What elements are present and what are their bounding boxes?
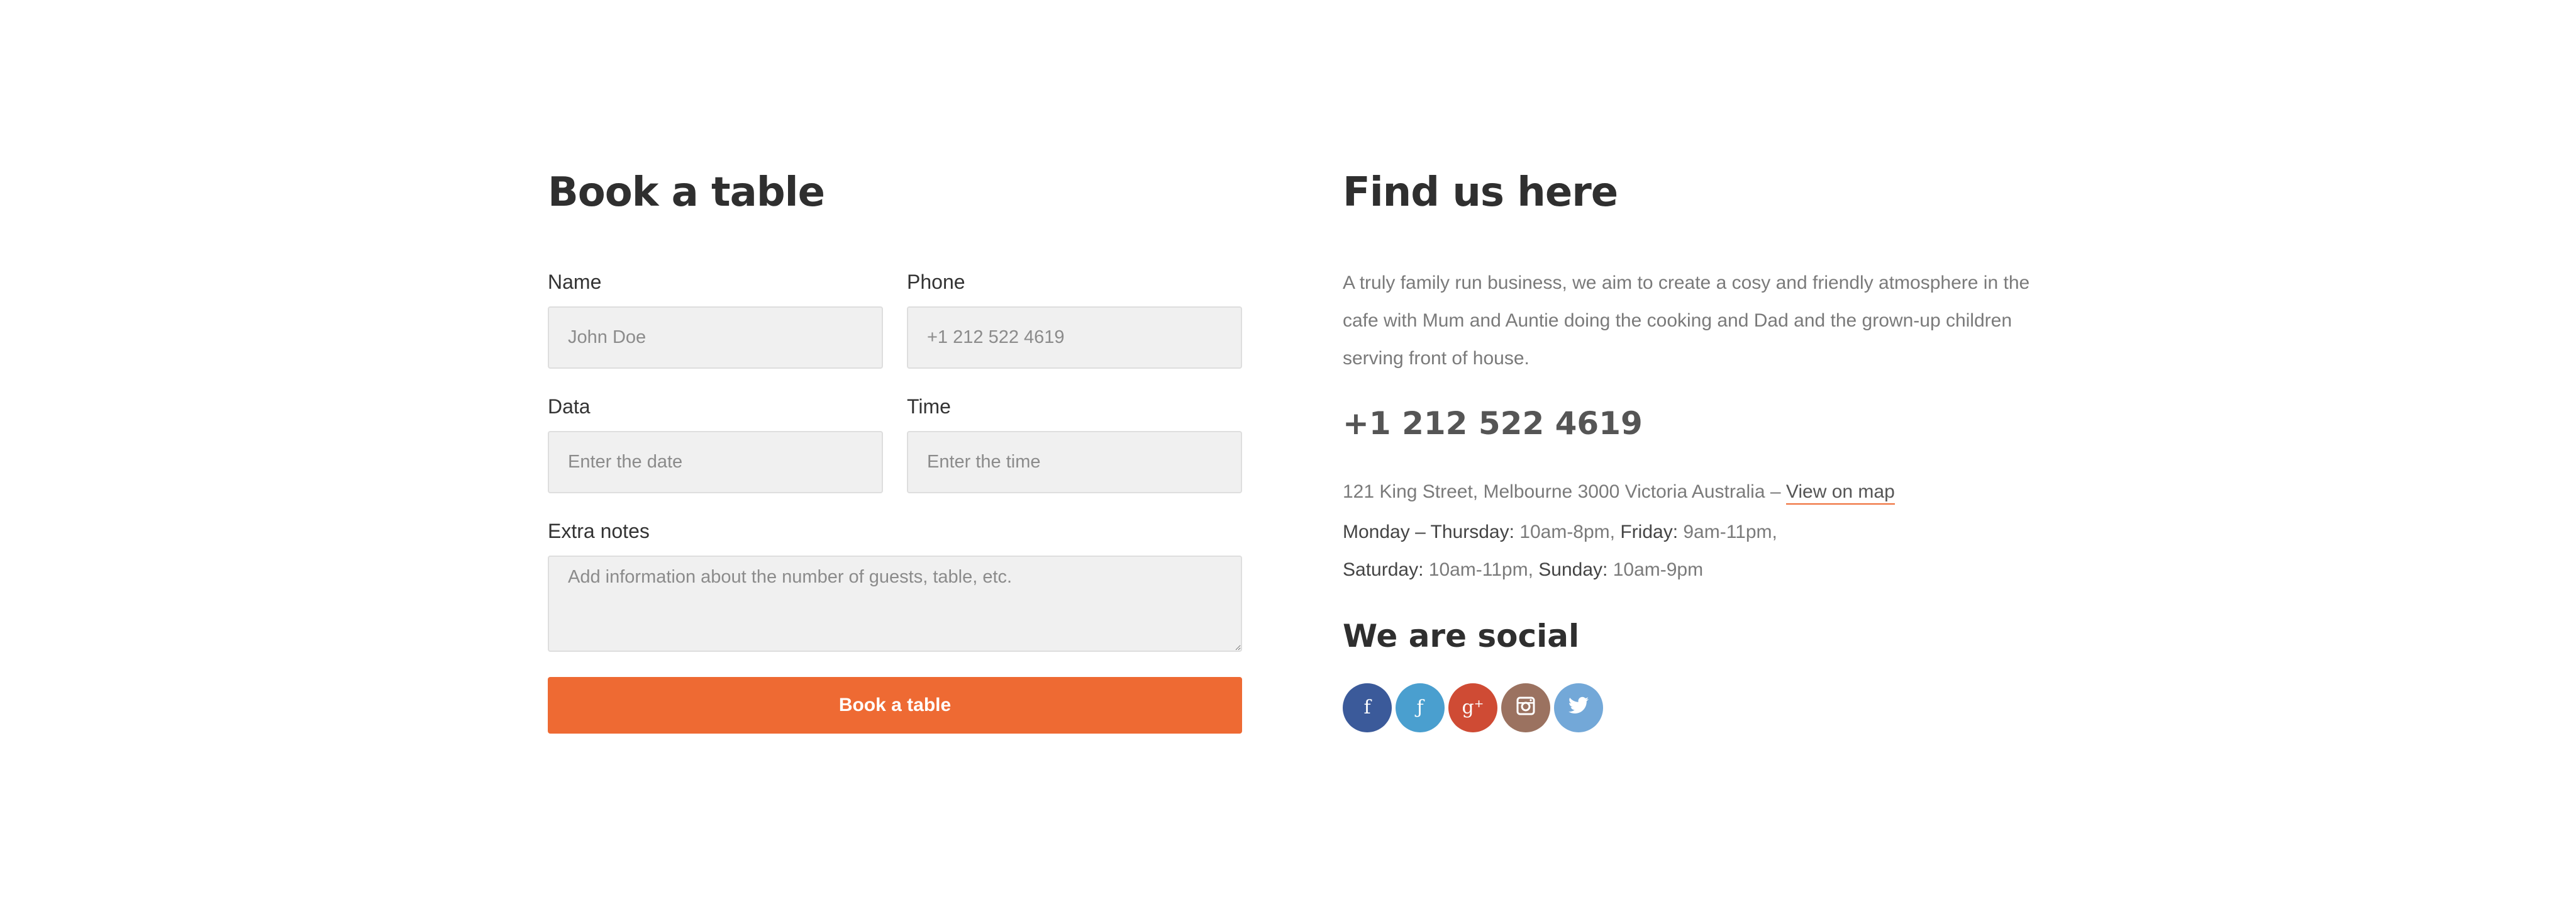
- sunday-hours: 10am-9pm: [1607, 559, 1704, 580]
- facebook-button[interactable]: f: [1343, 683, 1392, 732]
- name-label: Name: [548, 271, 602, 293]
- mon-thu-label: Monday – Thursday:: [1343, 522, 1514, 542]
- date-field[interactable]: [548, 431, 883, 493]
- opening-hours: Monday – Thursday: 10am-8pm, Friday: 9am…: [1343, 513, 1777, 589]
- booking-section: Book a table Name Phone Data Time Extra …: [0, 0, 2576, 906]
- time-field[interactable]: [907, 431, 1242, 493]
- google-plus-button[interactable]: g⁺: [1448, 683, 1497, 732]
- notes-label: Extra notes: [548, 520, 650, 542]
- facebook-icon: f: [1363, 696, 1371, 719]
- book-table-button[interactable]: Book a table: [548, 677, 1242, 734]
- friday-label: Friday:: [1620, 522, 1679, 542]
- saturday-label: Saturday:: [1343, 559, 1424, 580]
- time-label: Time: [907, 395, 951, 418]
- foursquare-icon: ƒ: [1416, 696, 1424, 719]
- foursquare-button[interactable]: ƒ: [1396, 683, 1445, 732]
- friday-hours: 9am-11pm,: [1678, 522, 1777, 542]
- date-label: Data: [548, 395, 591, 418]
- view-on-map-link[interactable]: View on map: [1785, 481, 1895, 505]
- description-text: A truly family run business, we aim to c…: [1343, 272, 2030, 369]
- phone-field[interactable]: [907, 306, 1242, 369]
- hours-line-1: Monday – Thursday: 10am-8pm, Friday: 9am…: [1343, 513, 1777, 551]
- sunday-label: Sunday:: [1538, 559, 1608, 580]
- instagram-icon: [1516, 696, 1536, 720]
- mon-thu-hours: 10am-8pm,: [1514, 522, 1621, 542]
- address-line: 121 King Street, Melbourne 3000 Victoria…: [1343, 481, 1895, 505]
- address-text: 121 King Street, Melbourne 3000 Victoria…: [1343, 481, 1786, 502]
- find-us-title: Find us here: [1343, 169, 1618, 216]
- instagram-button[interactable]: [1501, 683, 1550, 732]
- name-field[interactable]: [548, 306, 883, 369]
- booking-title: Book a table: [548, 169, 825, 216]
- phone-label: Phone: [907, 271, 965, 293]
- twitter-icon: [1568, 696, 1589, 719]
- phone-number: +1 212 522 4619: [1343, 405, 1643, 442]
- saturday-hours: 10am-11pm,: [1423, 559, 1539, 580]
- google-plus-icon: g⁺: [1462, 696, 1484, 719]
- notes-field[interactable]: [548, 556, 1242, 652]
- social-title: We are social: [1343, 618, 1580, 654]
- twitter-button[interactable]: [1554, 683, 1603, 732]
- hours-line-2: Saturday: 10am-11pm, Sunday: 10am-9pm: [1343, 551, 1777, 589]
